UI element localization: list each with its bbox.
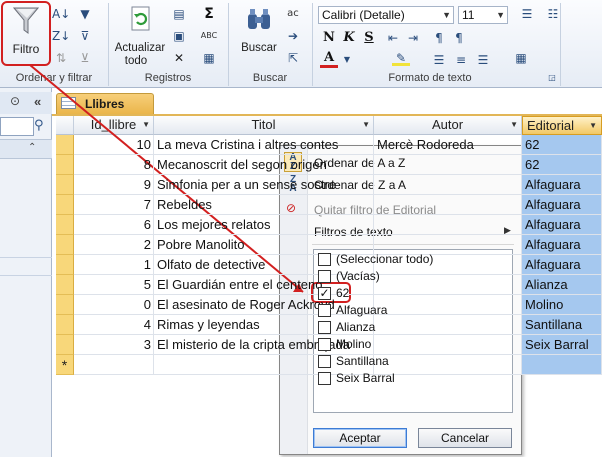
- row-selector[interactable]: [56, 195, 74, 215]
- cell-id[interactable]: 5: [74, 275, 154, 295]
- annotation-box-filter: [1, 1, 51, 66]
- cell-titol[interactable]: La meva Cristina i altres contes: [154, 135, 374, 155]
- filter-option[interactable]: Alfaguara: [318, 303, 508, 319]
- cell-editorial[interactable]: Molino: [522, 295, 602, 315]
- filter-option[interactable]: Molino: [318, 337, 508, 353]
- cell-editorial[interactable]: 62: [522, 155, 602, 175]
- checkbox-icon[interactable]: [318, 355, 331, 368]
- cell-autor[interactable]: Mercè Rodoreda: [374, 135, 522, 155]
- cell-autor[interactable]: [374, 155, 522, 175]
- cell-editorial[interactable]: Alfaguara: [522, 195, 602, 215]
- checkbox-icon[interactable]: [318, 372, 331, 385]
- filter-option[interactable]: (Seleccionar todo): [318, 252, 508, 268]
- cell-id[interactable]: 4: [74, 315, 154, 335]
- cell-titol[interactable]: Rebeldes: [154, 195, 374, 215]
- checkbox-icon[interactable]: [318, 321, 331, 334]
- cell-autor[interactable]: [374, 175, 522, 195]
- cell-editorial[interactable]: Alfaguara: [522, 175, 602, 195]
- cell-id[interactable]: 3: [74, 335, 154, 355]
- filter-option[interactable]: Santillana: [318, 354, 508, 370]
- checkbox-icon[interactable]: [318, 304, 331, 317]
- cell-autor[interactable]: [374, 215, 522, 235]
- filter-option-label: (Vacías): [336, 269, 380, 283]
- filter-option-label: Alfaguara: [336, 303, 388, 317]
- row-selector[interactable]: [56, 155, 74, 175]
- filter-option-label: (Seleccionar todo): [336, 252, 434, 266]
- cell-editorial[interactable]: Santillana: [522, 315, 602, 335]
- cell-id[interactable]: 0: [74, 295, 154, 315]
- filter-option[interactable]: Alianza: [318, 320, 508, 336]
- checkbox-checked-icon[interactable]: ✓: [318, 287, 331, 300]
- cell-editorial[interactable]: Alfaguara: [522, 235, 602, 255]
- cell-editorial[interactable]: 62: [522, 135, 602, 155]
- new-record-cell[interactable]: [74, 355, 154, 375]
- cell-editorial[interactable]: Alfaguara: [522, 255, 602, 275]
- cell-editorial[interactable]: Alianza: [522, 275, 602, 295]
- filter-option-label: Alianza: [336, 320, 376, 334]
- cell-id[interactable]: 6: [74, 215, 154, 235]
- checkbox-icon[interactable]: [318, 338, 331, 351]
- cell-id[interactable]: 7: [74, 195, 154, 215]
- new-record-selector[interactable]: *: [56, 355, 74, 375]
- filter-option-label: Seix Barral: [336, 371, 395, 385]
- cell-titol[interactable]: Mecanoscrit del segon origen: [154, 155, 374, 175]
- filter-option[interactable]: Seix Barral: [318, 371, 508, 387]
- row-selector[interactable]: [56, 175, 74, 195]
- cell-id[interactable]: 10: [74, 135, 154, 155]
- row-selector[interactable]: [56, 135, 74, 155]
- filter-option[interactable]: ✓ 62: [318, 286, 508, 302]
- cell-id[interactable]: 1: [74, 255, 154, 275]
- checkbox-icon[interactable]: [318, 253, 331, 266]
- filter-option-label: Molino: [336, 337, 372, 351]
- row-selector[interactable]: [56, 295, 74, 315]
- filter-option-label: Santillana: [336, 354, 389, 368]
- filter-option[interactable]: (Vacías): [318, 269, 508, 285]
- row-selector[interactable]: [56, 255, 74, 275]
- checkbox-icon[interactable]: [318, 270, 331, 283]
- cell-id[interactable]: 9: [74, 175, 154, 195]
- cell-editorial[interactable]: Alfaguara: [522, 215, 602, 235]
- cell-editorial[interactable]: Seix Barral: [522, 335, 602, 355]
- row-selector[interactable]: [56, 275, 74, 295]
- cell-autor[interactable]: [374, 195, 522, 215]
- row-selector[interactable]: [56, 235, 74, 255]
- cell-id[interactable]: 2: [74, 235, 154, 255]
- new-record-cell[interactable]: [522, 355, 602, 375]
- row-selector[interactable]: [56, 215, 74, 235]
- row-selector[interactable]: [56, 315, 74, 335]
- filter-option-label: 62: [336, 286, 350, 300]
- cell-id[interactable]: 8: [74, 155, 154, 175]
- cell-titol[interactable]: Los mejores relatos: [154, 215, 374, 235]
- cell-titol[interactable]: Simfonia per a un sense sostre: [154, 175, 374, 195]
- row-selector[interactable]: [56, 335, 74, 355]
